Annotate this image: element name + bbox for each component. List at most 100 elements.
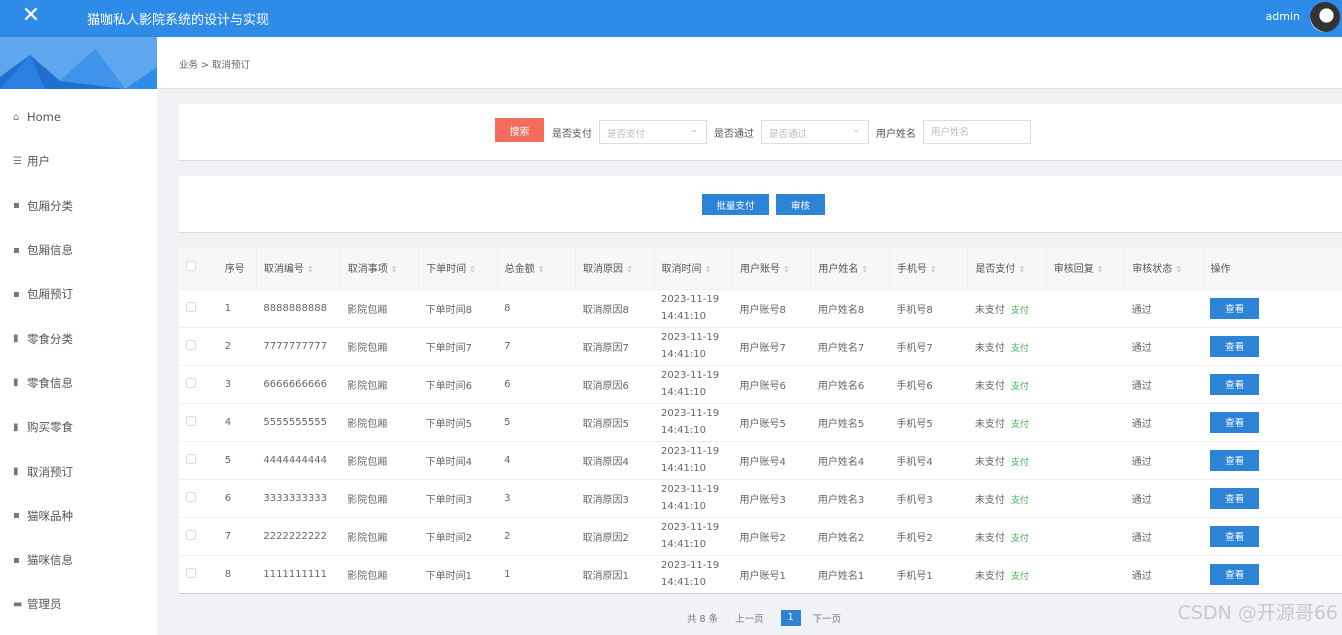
cell-item: 影院包厢 bbox=[340, 516, 419, 555]
cancel-date: 2023-11-19 bbox=[661, 294, 720, 305]
sidebar-item-snack-info[interactable]: ▮ 零食信息 bbox=[0, 361, 157, 405]
cell-order-time: 下单时间6 bbox=[418, 364, 498, 403]
name-filter-label: 用户姓名 bbox=[876, 129, 916, 140]
cell-code: 6666666666 bbox=[256, 364, 341, 403]
pay-link[interactable]: 支付 bbox=[1011, 496, 1029, 506]
cell-reason: 取消原因5 bbox=[575, 402, 655, 441]
sidebar-item-home[interactable]: ⌂ Home bbox=[0, 95, 157, 139]
row-checkbox[interactable] bbox=[186, 415, 196, 426]
cell-amount: 2 bbox=[497, 516, 576, 555]
view-button[interactable]: 查看 bbox=[1210, 335, 1260, 357]
cell-order-time: 下单时间5 bbox=[418, 402, 498, 441]
column-header[interactable]: 总金额 ⇕ bbox=[496, 247, 576, 289]
sidebar-item-label: 用户 bbox=[27, 154, 50, 169]
view-button[interactable]: 查看 bbox=[1210, 449, 1260, 471]
avatar[interactable] bbox=[1310, 2, 1340, 32]
sidebar-item-buy-snack[interactable]: ▮ 购买零食 bbox=[0, 405, 157, 449]
column-header[interactable]: 用户账号 ⇕ bbox=[731, 247, 811, 289]
column-header[interactable]: 审核回复 ⇕ bbox=[1045, 247, 1125, 289]
row-checkbox[interactable] bbox=[186, 301, 196, 312]
cell-no: 5 bbox=[217, 440, 257, 479]
close-icon[interactable]: ✕ bbox=[18, 3, 44, 29]
cell-actions: 查看 bbox=[1203, 516, 1342, 555]
row-checkbox[interactable] bbox=[186, 491, 196, 502]
next-page-button[interactable]: 下一页 bbox=[813, 611, 842, 625]
column-header[interactable]: 下单时间 ⇕ bbox=[418, 247, 498, 289]
batch-pay-button[interactable]: 批量支付 bbox=[702, 194, 769, 215]
list-icon: ☰ bbox=[13, 155, 22, 167]
sidebar-item-cancel-booking[interactable]: ▮ 取消预订 bbox=[0, 449, 157, 493]
cell-paid: 未支付 支付 bbox=[967, 440, 1047, 479]
cell-account: 用户账号7 bbox=[732, 326, 811, 365]
cell-cancel-time: 2023-11-19 14:41:10 bbox=[654, 478, 733, 517]
cell-reply bbox=[1046, 554, 1125, 593]
sidebar-item-room-category[interactable]: ▪ 包厢分类 bbox=[0, 184, 157, 228]
pay-link[interactable]: 支付 bbox=[1011, 306, 1029, 316]
pay-link[interactable]: 支付 bbox=[1011, 458, 1029, 468]
pay-link[interactable]: 支付 bbox=[1011, 534, 1029, 544]
view-button[interactable]: 查看 bbox=[1210, 411, 1260, 433]
sidebar-item-cat-info[interactable]: ▪ 猫咪信息 bbox=[0, 538, 157, 582]
approved-filter-select[interactable]: 是否通过 ⌄ bbox=[761, 120, 869, 144]
cell-reply bbox=[1046, 288, 1125, 327]
row-checkbox[interactable] bbox=[186, 567, 196, 578]
action-panel: 批量支付 审核 bbox=[179, 176, 1342, 233]
cell-item: 影院包厢 bbox=[340, 402, 419, 441]
view-button[interactable]: 查看 bbox=[1210, 487, 1260, 509]
column-header[interactable]: 审核状态 ⇕ bbox=[1124, 247, 1204, 289]
pay-link[interactable]: 支付 bbox=[1011, 382, 1029, 392]
cancel-date: 2023-11-19 bbox=[661, 408, 720, 419]
pay-link[interactable]: 支付 bbox=[1011, 344, 1029, 354]
row-checkbox[interactable] bbox=[186, 529, 196, 540]
view-button[interactable]: 查看 bbox=[1210, 525, 1260, 547]
sidebar-item-user[interactable]: ☰ 用户 bbox=[0, 139, 157, 183]
cell-reply bbox=[1046, 364, 1125, 403]
cell-code: 8888888888 bbox=[256, 288, 341, 327]
cell-amount: 4 bbox=[497, 440, 576, 479]
cancel-date: 2023-11-19 bbox=[661, 522, 720, 533]
pay-link[interactable]: 支付 bbox=[1011, 572, 1029, 582]
row-checkbox[interactable] bbox=[186, 453, 196, 464]
search-button[interactable]: 搜索 bbox=[495, 118, 544, 142]
name-search-input[interactable] bbox=[923, 120, 1031, 144]
sidebar-item-admin[interactable]: ▬ 管理员 bbox=[0, 582, 157, 626]
column-header[interactable]: 取消事项 ⇕ bbox=[339, 247, 419, 289]
select-all-checkbox[interactable] bbox=[186, 261, 196, 272]
row-checkbox[interactable] bbox=[186, 377, 196, 388]
column-header[interactable]: 手机号 ⇕ bbox=[888, 247, 968, 289]
review-button[interactable]: 审核 bbox=[776, 194, 825, 215]
view-button[interactable]: 查看 bbox=[1210, 297, 1260, 319]
table-row: 6 3333333333 影院包厢 下单时间3 3 取消原因3 2023-11-19 14:4… bbox=[179, 478, 1342, 517]
sort-icon: ⇕ bbox=[390, 265, 398, 275]
cell-order-time: 下单时间3 bbox=[418, 478, 498, 517]
prev-page-button[interactable]: 上一页 bbox=[735, 611, 764, 625]
column-header: 操作 bbox=[1202, 247, 1342, 289]
cell-cancel-time: 2023-11-19 14:41:10 bbox=[654, 364, 733, 403]
sidebar-item-snack-category[interactable]: ▮ 零食分类 bbox=[0, 316, 157, 360]
cell-no: 6 bbox=[217, 478, 257, 517]
column-header[interactable]: 用户姓名 ⇕ bbox=[810, 247, 890, 289]
sort-icon: ⇕ bbox=[929, 265, 937, 275]
username[interactable]: admin bbox=[1266, 10, 1300, 23]
sidebar-item-cat-breed[interactable]: ▪ 猫咪品种 bbox=[0, 494, 157, 538]
column-header[interactable]: 取消编号 ⇕ bbox=[255, 247, 341, 289]
cell-phone: 手机号1 bbox=[889, 554, 968, 593]
row-checkbox[interactable] bbox=[186, 339, 196, 350]
pay-link[interactable]: 支付 bbox=[1011, 420, 1029, 430]
cell-reason: 取消原因6 bbox=[575, 364, 655, 403]
column-header[interactable]: 取消原因 ⇕ bbox=[575, 247, 655, 289]
sidebar-item-room-booking[interactable]: ▪ 包厢预订 bbox=[0, 272, 157, 316]
cell-actions: 查看 bbox=[1203, 478, 1342, 517]
cell-paid: 未支付 支付 bbox=[967, 326, 1047, 365]
cell-code: 3333333333 bbox=[256, 478, 341, 517]
paid-status: 未支付 bbox=[974, 570, 1005, 582]
column-header[interactable]: 是否支付 ⇕ bbox=[967, 247, 1047, 289]
view-button[interactable]: 查看 bbox=[1210, 563, 1260, 585]
chevron-down-icon: ⌄ bbox=[852, 125, 860, 135]
page-number-current[interactable]: 1 bbox=[780, 610, 801, 626]
sidebar-item-room-info[interactable]: ▪ 包厢信息 bbox=[0, 228, 157, 272]
view-button[interactable]: 查看 bbox=[1210, 373, 1260, 395]
cancel-clock: 14:41:10 bbox=[661, 501, 706, 512]
column-header[interactable]: 取消时间 ⇕ bbox=[653, 247, 733, 289]
paid-filter-select[interactable]: 是否支付 ⌄ bbox=[599, 120, 707, 144]
